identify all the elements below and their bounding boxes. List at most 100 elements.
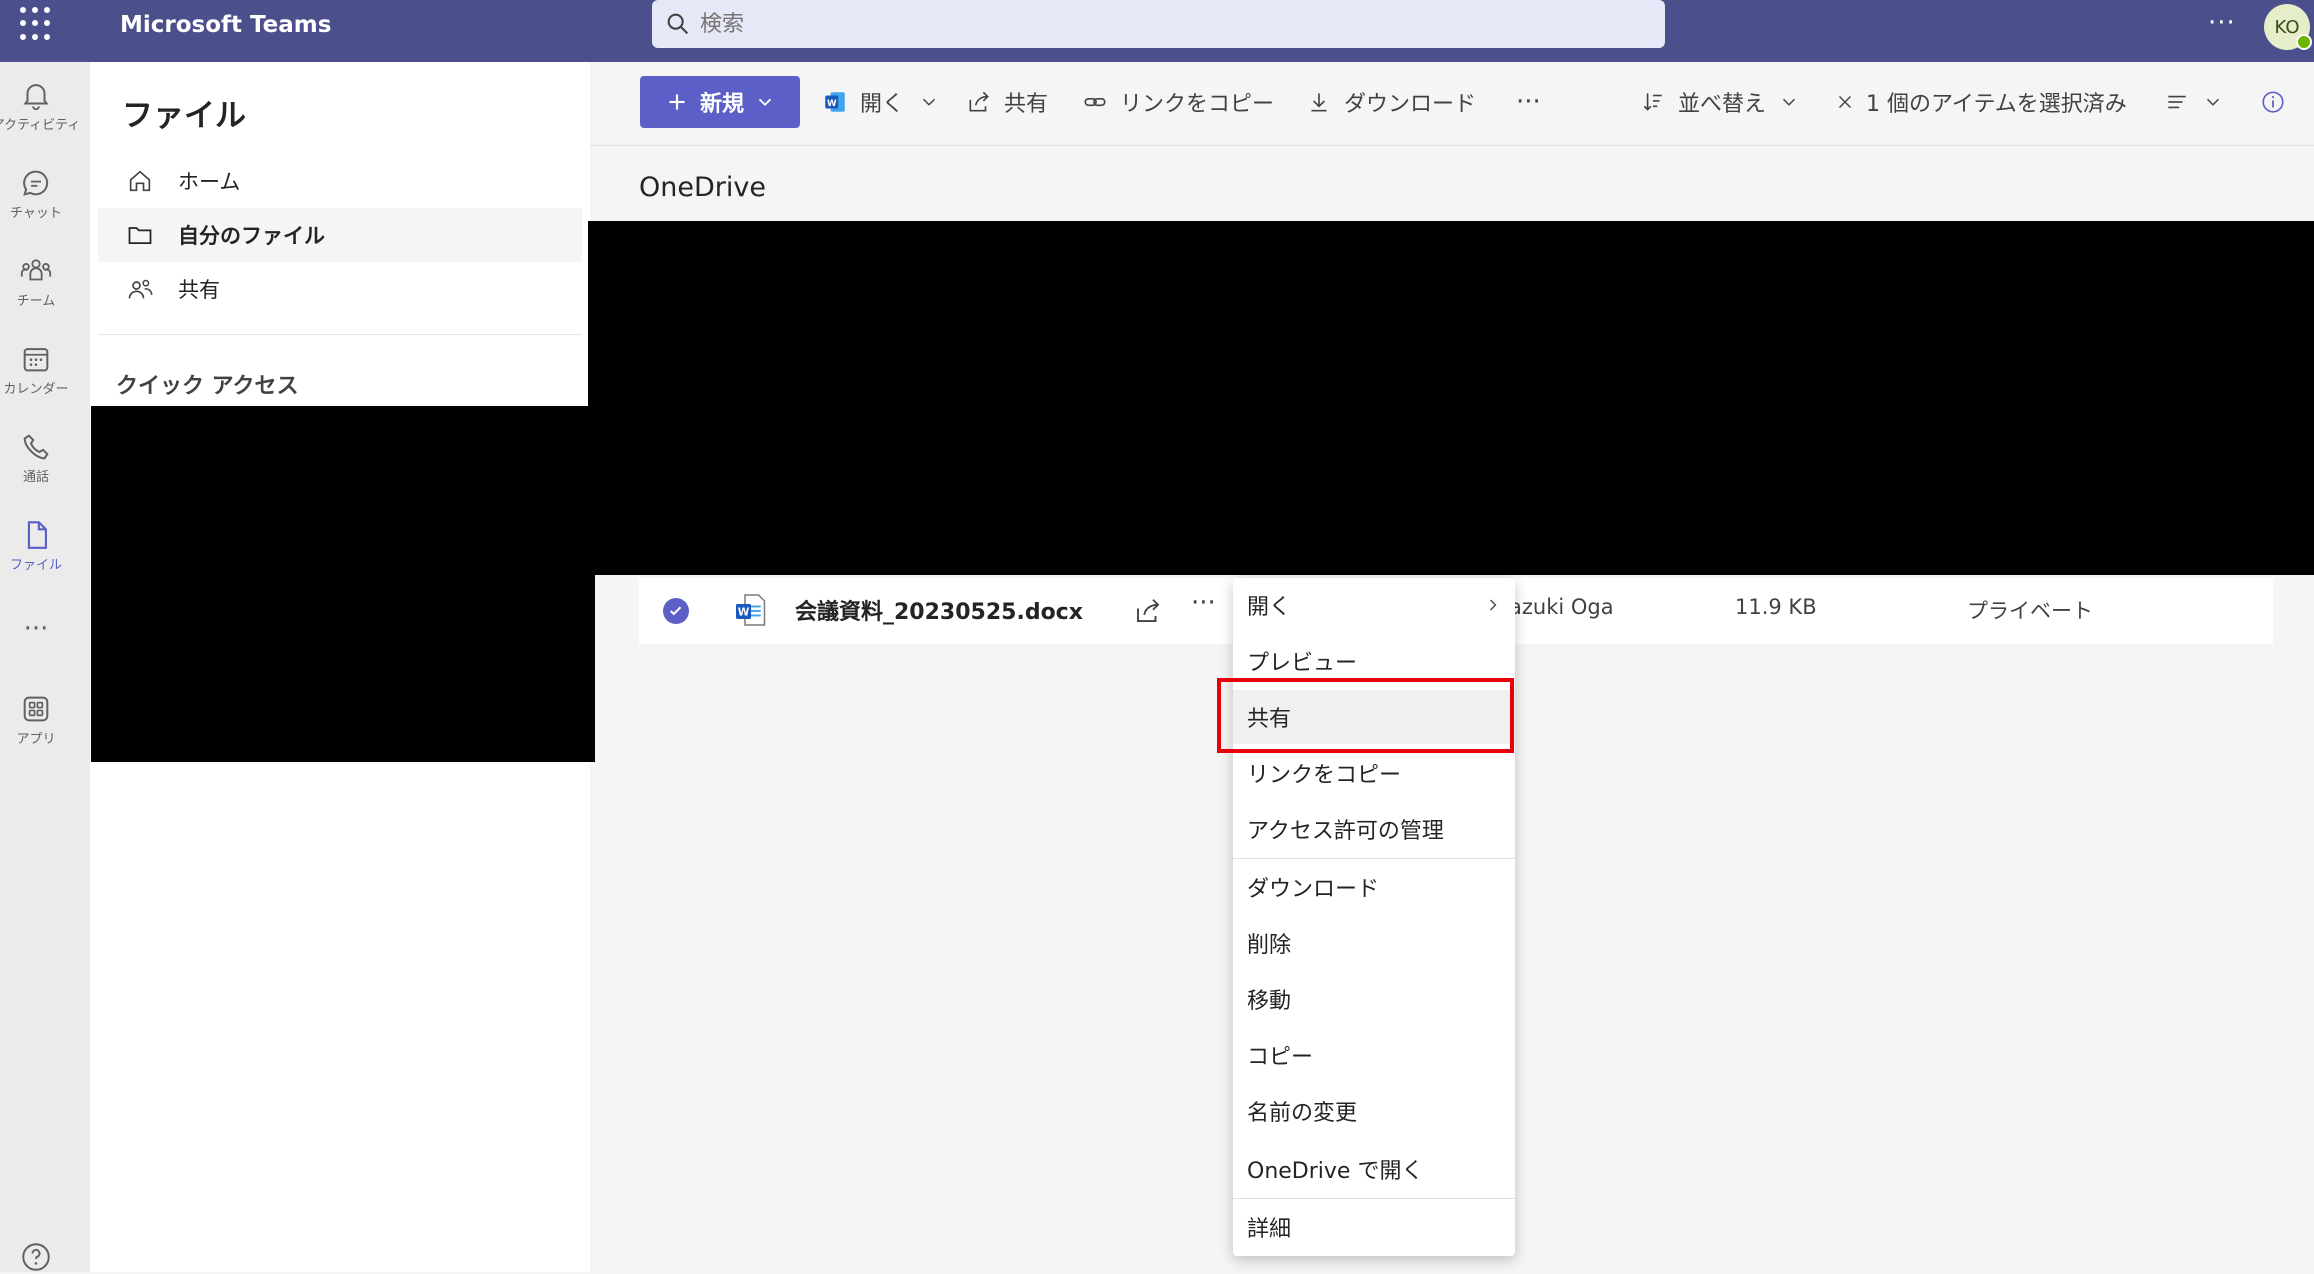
sidebar-item-home[interactable]: ホーム xyxy=(98,154,582,208)
help-circle-icon xyxy=(22,1243,50,1271)
rail-label: チャット xyxy=(10,206,62,221)
file-owner: azuki Oga xyxy=(1509,595,1614,619)
copy-link-button[interactable]: リンクをコピー xyxy=(1082,76,1274,128)
menu-item-delete[interactable]: 削除 xyxy=(1233,916,1515,970)
app-title: Microsoft Teams xyxy=(120,12,332,38)
clear-selection-button[interactable]: 1 個のアイテムを選択済み xyxy=(1834,76,2127,128)
rail-item-activity[interactable]: アクティビティ xyxy=(0,78,80,133)
rail-item-apps[interactable]: アプリ xyxy=(0,692,72,747)
rail-item-calls[interactable]: 通話 xyxy=(0,430,72,485)
word-file-icon: W xyxy=(736,594,766,626)
chevron-down-icon xyxy=(922,98,936,106)
help-icon[interactable] xyxy=(0,1240,72,1274)
menu-item-rename[interactable]: 名前の変更 xyxy=(1233,1084,1515,1138)
rail-more-label: ··· xyxy=(23,614,49,644)
teams-icon xyxy=(20,259,52,281)
rail-label: ファイル xyxy=(9,558,62,573)
people-icon xyxy=(128,279,153,299)
close-icon xyxy=(1839,96,1851,108)
menu-item-label: 削除 xyxy=(1247,933,1292,958)
redacted-region xyxy=(588,221,2314,575)
open-button[interactable]: W 開く xyxy=(822,76,940,128)
menu-item-label: アクセス許可の管理 xyxy=(1247,819,1444,844)
chevron-down-icon xyxy=(2206,98,2220,106)
open-button-label: 開く xyxy=(860,92,905,117)
menu-divider xyxy=(1233,1198,1515,1199)
app-rail: アクティビティ チャット チーム カレンダー 通話 ファイル ··· アプリ xyxy=(0,62,90,1272)
sidebar-item-my-files[interactable]: 自分のファイル xyxy=(98,208,582,262)
app-launcher-icon[interactable] xyxy=(20,7,54,41)
sidebar-item-shared[interactable]: 共有 xyxy=(98,262,582,316)
menu-item-label: ダウンロード xyxy=(1247,877,1380,902)
row-more-options-icon[interactable]: ··· xyxy=(1191,588,1216,618)
rail-label: カレンダー xyxy=(3,382,69,397)
word-icon: W xyxy=(825,92,845,112)
file-icon xyxy=(27,521,47,549)
rail-item-calendar[interactable]: カレンダー xyxy=(0,342,72,397)
toolbar-more-icon[interactable]: ··· xyxy=(1516,76,1541,128)
info-button[interactable] xyxy=(2260,76,2298,128)
rail-label: 通話 xyxy=(22,470,49,485)
command-bar: 新規 W 開く 共有 リンクをコピー ダウンロード ··· 並べ替え 1 個のア… xyxy=(590,62,2314,146)
rail-label: アクティビティ xyxy=(0,118,81,133)
bell-icon xyxy=(23,84,49,111)
rail-label: アプリ xyxy=(16,732,56,747)
phone-icon xyxy=(23,434,49,460)
menu-divider xyxy=(1233,858,1515,859)
sidebar-item-label: ホーム xyxy=(178,170,241,194)
menu-item-label: 開く xyxy=(1247,595,1292,620)
share-button[interactable]: 共有 xyxy=(966,76,1048,128)
svg-text:W: W xyxy=(827,99,837,109)
rail-more-icon[interactable]: ··· xyxy=(0,614,72,644)
avatar[interactable]: KO xyxy=(2264,4,2312,50)
row-checkbox[interactable] xyxy=(663,598,689,624)
share-icon[interactable] xyxy=(1133,596,1163,626)
file-name[interactable]: 会議資料_20230525.docx xyxy=(795,594,1083,626)
quick-access-heading: クイック アクセス xyxy=(116,374,299,399)
view-options-button[interactable] xyxy=(2164,76,2224,128)
menu-item-label: プレビュー xyxy=(1247,651,1358,676)
search-box[interactable] xyxy=(652,0,1665,48)
sidebar-heading: ファイル xyxy=(122,98,246,134)
location-title: OneDrive xyxy=(639,172,766,203)
svg-text:W: W xyxy=(738,607,750,619)
new-button[interactable]: 新規 xyxy=(640,76,800,128)
menu-item-open[interactable]: 開く xyxy=(1233,578,1515,632)
apps-icon xyxy=(23,696,49,722)
calendar-icon xyxy=(23,348,49,372)
chat-icon xyxy=(23,170,49,196)
menu-item-copy[interactable]: コピー xyxy=(1233,1028,1515,1082)
rail-item-chat[interactable]: チャット xyxy=(0,166,72,221)
menu-item-copy-link[interactable]: リンクをコピー xyxy=(1233,746,1515,800)
menu-item-move[interactable]: 移動 xyxy=(1233,972,1515,1026)
download-label: ダウンロード xyxy=(1344,92,1477,117)
folder-icon xyxy=(128,227,152,245)
sidebar-item-label: 共有 xyxy=(178,278,220,302)
menu-item-details[interactable]: 詳細 xyxy=(1233,1200,1515,1254)
avatar-initials: KO xyxy=(2274,16,2300,38)
menu-item-label: OneDrive で開く xyxy=(1247,1159,1424,1184)
rail-item-files[interactable]: ファイル xyxy=(0,518,72,573)
copy-link-label: リンクをコピー xyxy=(1120,92,1275,117)
sidebar-item-label: 自分のファイル xyxy=(178,224,325,248)
search-input[interactable] xyxy=(698,10,1598,38)
menu-item-manage-access[interactable]: アクセス許可の管理 xyxy=(1233,802,1515,856)
link-icon xyxy=(1084,97,1106,107)
menu-item-download[interactable]: ダウンロード xyxy=(1233,860,1515,914)
presence-available-icon xyxy=(2296,34,2312,50)
sort-label: 並べ替え xyxy=(1678,92,1767,117)
menu-item-open-in-onedrive[interactable]: OneDrive で開く xyxy=(1233,1142,1515,1196)
new-button-label: 新規 xyxy=(699,92,744,117)
more-options-icon[interactable]: ··· xyxy=(2208,8,2236,38)
info-icon xyxy=(2262,91,2284,113)
download-button[interactable]: ダウンロード xyxy=(1306,76,1476,128)
top-bar: Microsoft Teams ··· KO xyxy=(0,0,2314,62)
redacted-region xyxy=(91,406,595,762)
file-size: 11.9 KB xyxy=(1735,595,1817,619)
sort-button[interactable]: 並べ替え xyxy=(1640,76,1800,128)
plus-icon xyxy=(669,94,685,110)
chevron-right-icon xyxy=(1490,599,1497,611)
home-icon xyxy=(129,170,151,192)
highlight-annotation xyxy=(1217,678,1514,753)
rail-item-teams[interactable]: チーム xyxy=(0,254,72,309)
